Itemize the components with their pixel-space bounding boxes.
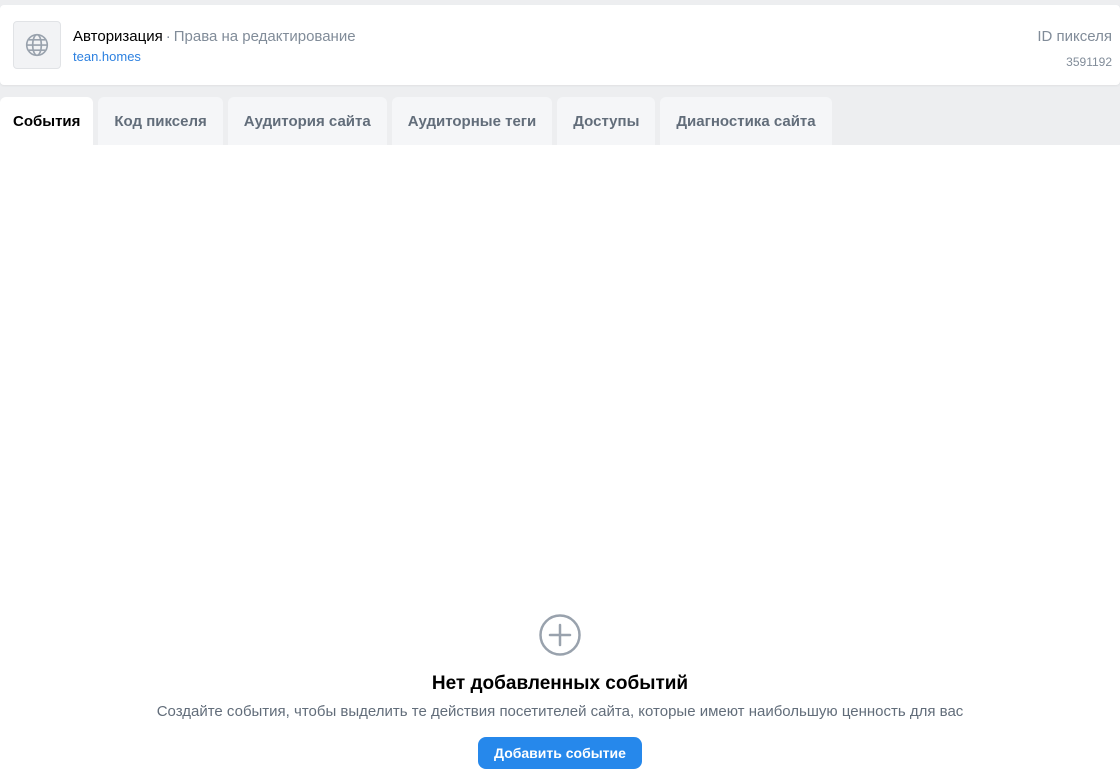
tab-pixel-code[interactable]: Код пикселя [98, 97, 223, 145]
pixel-header-card: Авторизация · Права на редактирование tean… [0, 5, 1120, 85]
add-event-button[interactable]: Добавить событие [478, 737, 642, 769]
pixel-id-label: ID пикселя [1037, 28, 1112, 45]
globe-icon [13, 21, 61, 69]
pixel-title-line: Авторизация · Права на редактирование [73, 28, 356, 46]
empty-state-description: Создайте события, чтобы выделить те дейс… [156, 703, 964, 720]
pixel-id-value: 3591192 [1066, 55, 1112, 69]
domain-link[interactable]: tean.homes [73, 49, 141, 65]
pixel-name: Авторизация [73, 28, 163, 45]
empty-state-title: Нет добавленных событий [431, 673, 689, 694]
tab-site-audience[interactable]: Аудитория сайта [227, 97, 387, 145]
tab-access[interactable]: Доступы [557, 97, 656, 145]
events-panel: Нет добавленных событий Создайте события… [0, 145, 1120, 776]
tab-events[interactable]: События [0, 97, 94, 145]
page: Авторизация · Права на редактирование tean… [0, 0, 1120, 776]
access-rights: Права на редактирование [173, 28, 356, 45]
title-separator: · [165, 28, 171, 45]
tab-audience-tags[interactable]: Аудиторные теги [391, 97, 553, 145]
empty-state: Нет добавленных событий Создайте события… [0, 613, 1120, 769]
plus-circle-icon [539, 614, 581, 656]
tab-site-diagnostics[interactable]: Диагностика сайта [660, 97, 832, 145]
tab-bar: События Код пикселя Аудитория сайта Ауди… [0, 97, 837, 145]
